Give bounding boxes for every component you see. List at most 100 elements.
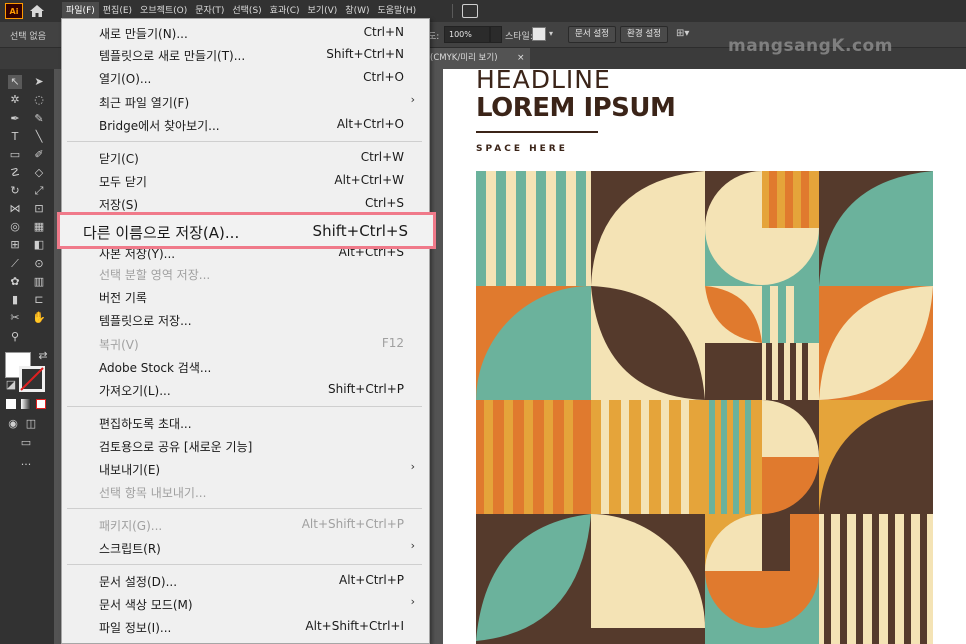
- width-tool-icon[interactable]: ⋈: [8, 202, 22, 216]
- no-stroke-icon: [20, 367, 44, 391]
- shape-builder-icon[interactable]: ◎: [8, 220, 22, 234]
- menu-item-close-all[interactable]: 모두 닫기 Alt+Ctrl+W: [62, 169, 429, 192]
- screen-mode-icon[interactable]: ▭: [19, 436, 33, 450]
- hand-tool-icon[interactable]: ✋: [32, 311, 46, 325]
- menu-item-export-selection: 선택 항목 내보내기...: [62, 480, 429, 503]
- arrange-documents-icon[interactable]: [462, 4, 478, 18]
- menu-item-label: 선택 항목 내보내기...: [99, 486, 207, 500]
- menu-item-label: 문서 색상 모드(M): [99, 598, 193, 612]
- paintbrush-icon[interactable]: ✐: [32, 148, 46, 162]
- rotate-tool-icon[interactable]: ↻: [8, 184, 22, 198]
- tools-panel: ↖ ➤ ✲ ◌ ✒ ✎ T ╲ ▭ ✐ ☡ ◇ ↻ ⤢ ⋈ ⊡ ◎ ▦ ⊞ ◧ …: [0, 69, 54, 644]
- menu-item-label: 다른 이름으로 저장(A)...: [83, 224, 240, 242]
- menu-item-file-info[interactable]: 파일 정보(I)... Alt+Shift+Ctrl+I: [62, 615, 429, 638]
- menu-item-label: Bridge에서 찾아보기...: [99, 119, 220, 133]
- menu-item-shortcut: Ctrl+N: [363, 25, 404, 39]
- menu-item-place[interactable]: 가져오기(L)... Shift+Ctrl+P: [62, 378, 429, 401]
- menu-item-browse-bridge[interactable]: Bridge에서 찾아보기... Alt+Ctrl+O: [62, 113, 429, 136]
- line-tool-icon[interactable]: ╲: [32, 130, 46, 144]
- menu-item-new[interactable]: 새로 만들기(N)... Ctrl+N: [62, 21, 429, 44]
- menu-item-label: 스크립트(R): [99, 542, 161, 556]
- menu-item-label: 문서 설정(D)...: [99, 575, 178, 589]
- menu-item-label: 템플릿으로 새로 만들기(T)...: [99, 49, 246, 63]
- swap-colors-icon[interactable]: ⇄: [36, 349, 50, 363]
- menu-item-share-for-review[interactable]: 검토용으로 공유 [새로운 기능]: [62, 434, 429, 457]
- menu-item-close[interactable]: 닫기(C) Ctrl+W: [62, 146, 429, 169]
- eraser-icon[interactable]: ◇: [32, 166, 46, 180]
- menu-separator: [67, 141, 422, 142]
- illustrator-logo: Ai: [5, 3, 23, 19]
- eyedropper-icon[interactable]: ⟋: [8, 257, 22, 271]
- gradient-tool-icon[interactable]: ◧: [32, 238, 46, 252]
- zoom-tool-icon[interactable]: ⚲: [8, 330, 22, 344]
- rectangle-tool-icon[interactable]: ▭: [8, 148, 22, 162]
- menu-item-version-history[interactable]: 버전 기록: [62, 285, 429, 308]
- menu-separator: [67, 406, 422, 407]
- pen-tool-icon[interactable]: ✒: [8, 112, 22, 126]
- column-graph-icon[interactable]: ▥: [32, 275, 46, 289]
- free-transform-icon[interactable]: ⊡: [32, 202, 46, 216]
- selection-tool-icon[interactable]: ↖: [8, 75, 22, 89]
- menu-item-invite-to-edit[interactable]: 편집하도록 초대...: [62, 411, 429, 434]
- document-tab[interactable]: (CMYK/미리 보기): [428, 48, 530, 69]
- menu-item-save-slices: 선택 분할 영역 저장...: [62, 262, 429, 285]
- menu-item-document-color-mode[interactable]: 문서 색상 모드(M) ›: [62, 592, 429, 615]
- more-tools-icon[interactable]: ···: [19, 458, 33, 472]
- menu-item-open[interactable]: 열기(O)... Ctrl+O: [62, 66, 429, 89]
- menu-item-shortcut: F12: [381, 336, 404, 350]
- direct-selection-tool-icon[interactable]: ➤: [32, 75, 46, 89]
- close-icon[interactable]: ×: [517, 48, 525, 69]
- none-mode-icon[interactable]: [36, 399, 46, 409]
- menu-item-label: Adobe Stock 검색...: [99, 361, 212, 375]
- menu-item-search-adobe-stock[interactable]: Adobe Stock 검색...: [62, 355, 429, 378]
- perspective-grid-icon[interactable]: ▦: [32, 220, 46, 234]
- artboard-tool-icon[interactable]: ⊏: [32, 293, 46, 307]
- menu-item-shortcut: Shift+Ctrl+N: [326, 47, 404, 61]
- watermark: mangsangK.com: [728, 36, 893, 56]
- menu-item-label: 가져오기(L)...: [99, 384, 171, 398]
- menu-item-open-recent[interactable]: 최근 파일 열기(F) ›: [62, 90, 429, 113]
- menu-item-shortcut: Ctrl+O: [363, 70, 404, 84]
- color-mode-icon[interactable]: [6, 399, 16, 409]
- style-swatch[interactable]: [532, 27, 546, 41]
- artboard-headline: HEADLINE: [476, 69, 611, 94]
- bar-graph-icon[interactable]: ▮: [8, 293, 22, 307]
- menu-item-label: 최근 파일 열기(F): [99, 96, 190, 110]
- menu-item-save-as[interactable]: 다른 이름으로 저장(A)... Shift+Ctrl+S: [57, 212, 436, 249]
- menu-item-shortcut: Shift+Ctrl+P: [328, 382, 404, 396]
- scale-tool-icon[interactable]: ⤢: [32, 184, 46, 198]
- mesh-tool-icon[interactable]: ⊞: [8, 238, 22, 252]
- menu-item-new-from-template[interactable]: 템플릿으로 새로 만들기(T)... Shift+Ctrl+N: [62, 43, 429, 66]
- menu-item-label: 내보내기(E): [99, 463, 161, 477]
- blend-tool-icon[interactable]: ⊙: [32, 257, 46, 271]
- home-icon[interactable]: [29, 4, 45, 18]
- curvature-tool-icon[interactable]: ✎: [32, 112, 46, 126]
- draw-mode-icon[interactable]: ◫: [24, 417, 38, 431]
- type-tool-icon[interactable]: T: [8, 130, 22, 144]
- document-setup-button[interactable]: 문서 설정: [568, 26, 616, 43]
- slice-tool-icon[interactable]: ✂: [8, 311, 22, 325]
- zoom-dropdown[interactable]: [490, 26, 502, 43]
- menu-item-document-setup[interactable]: 문서 설정(D)... Alt+Ctrl+P: [62, 569, 429, 592]
- menu-item-save-as-template[interactable]: 템플릿으로 저장...: [62, 308, 429, 331]
- menu-divider: [452, 4, 453, 18]
- zoom-input[interactable]: 100%: [444, 26, 490, 43]
- lasso-icon[interactable]: ◌: [32, 93, 46, 107]
- menu-item-scripts[interactable]: 스크립트(R) ›: [62, 536, 429, 559]
- magic-wand-icon[interactable]: ✲: [8, 93, 22, 107]
- menu-item-export[interactable]: 내보내기(E) ›: [62, 457, 429, 480]
- menu-item-shortcut: Alt+Ctrl+P: [339, 573, 404, 587]
- menu-item-label: 편집하도록 초대...: [99, 417, 192, 431]
- align-icon[interactable]: ⊞▾: [676, 28, 698, 40]
- chevron-right-icon: ›: [410, 595, 415, 608]
- chevron-down-icon[interactable]: ▾: [549, 29, 553, 38]
- preferences-button[interactable]: 환경 설정: [620, 26, 668, 43]
- symbol-sprayer-icon[interactable]: ✿: [8, 275, 22, 289]
- gradient-mode-icon[interactable]: [21, 399, 31, 409]
- shaper-tool-icon[interactable]: ☡: [8, 166, 22, 180]
- draw-normal-icon[interactable]: ◉: [6, 417, 20, 431]
- title-underline: [476, 131, 598, 133]
- default-colors-icon[interactable]: ◪: [4, 378, 18, 392]
- menu-item-label: 저장(S): [99, 198, 139, 212]
- menu-item-shortcut: Alt+Ctrl+W: [334, 173, 404, 187]
